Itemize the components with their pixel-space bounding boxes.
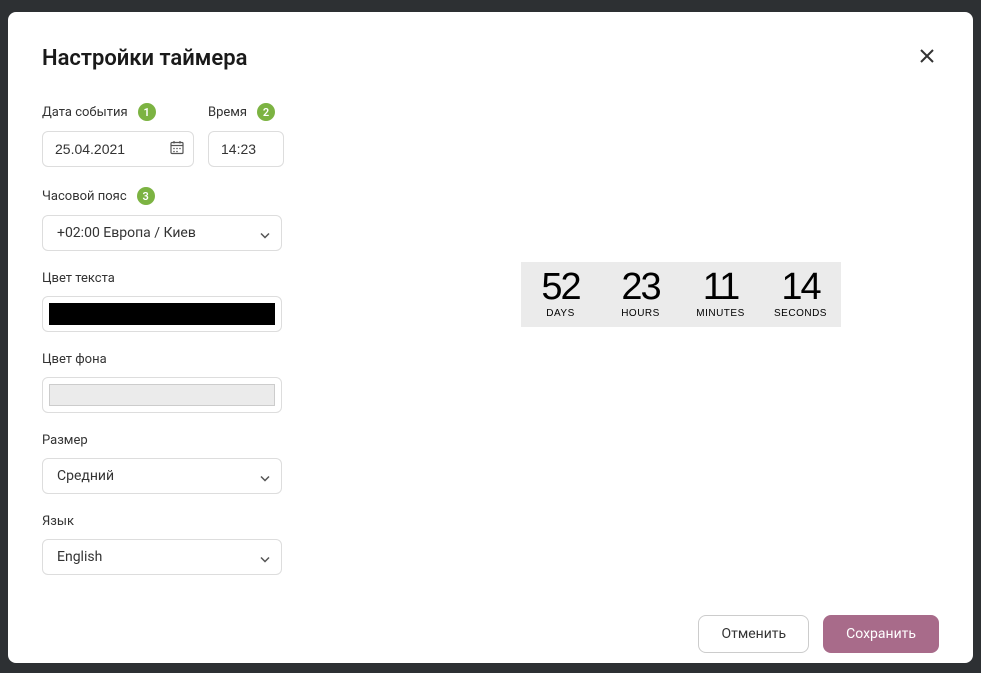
bg-color-picker[interactable] [42, 377, 282, 413]
save-button[interactable]: Сохранить [823, 615, 939, 653]
timezone-select[interactable]: +02:00 Европа / Киев [42, 215, 282, 251]
timezone-label-text: Часовой пояс [42, 189, 127, 204]
bg-color-label: Цвет фона [42, 352, 382, 367]
language-select-wrap: English [42, 539, 282, 575]
time-input[interactable] [208, 131, 284, 167]
modal-body: Дата события 1 Время 2 [42, 103, 939, 595]
size-group: Размер Средний [42, 433, 382, 494]
seconds-value: 14 [781, 268, 819, 306]
event-date-label: Дата события 1 [42, 103, 194, 121]
badge-2: 2 [257, 103, 275, 121]
text-color-label: Цвет текста [42, 271, 382, 286]
event-date-label-text: Дата события [42, 105, 128, 120]
timer-settings-modal: Настройки таймера Дата события 1 [8, 12, 973, 663]
time-group: Время 2 [208, 103, 284, 167]
hours-label: HOURS [621, 308, 660, 319]
badge-3: 3 [137, 187, 155, 205]
language-value: English [57, 549, 102, 565]
seconds-label: SECONDS [774, 308, 827, 319]
form-column: Дата события 1 Время 2 [42, 103, 382, 595]
modal-title: Настройки таймера [42, 46, 247, 71]
cancel-button[interactable]: Отменить [698, 615, 809, 653]
size-select[interactable]: Средний [42, 458, 282, 494]
preview-column: 52 DAYS 23 HOURS 11 MINUTES 14 SECONDS [422, 103, 939, 595]
timezone-group: Часовой пояс 3 +02:00 Европа / Киев [42, 187, 382, 251]
countdown-preview: 52 DAYS 23 HOURS 11 MINUTES 14 SECONDS [521, 262, 841, 327]
timezone-label: Часовой пояс 3 [42, 187, 382, 205]
text-color-picker[interactable] [42, 296, 282, 332]
time-label: Время 2 [208, 103, 284, 121]
language-group: Язык English [42, 514, 382, 575]
bg-color-swatch [49, 384, 275, 406]
language-label: Язык [42, 514, 382, 529]
text-color-group: Цвет текста [42, 271, 382, 332]
close-icon [920, 49, 934, 63]
countdown-seconds: 14 SECONDS [761, 262, 841, 327]
event-date-input[interactable] [42, 131, 194, 167]
days-label: DAYS [546, 308, 575, 319]
language-select[interactable]: English [42, 539, 282, 575]
event-date-group: Дата события 1 [42, 103, 194, 167]
time-label-text: Время [208, 105, 247, 120]
modal-header: Настройки таймера [42, 46, 939, 71]
countdown-hours: 23 HOURS [601, 262, 681, 327]
size-label: Размер [42, 433, 382, 448]
text-color-swatch [49, 303, 275, 325]
date-time-row: Дата события 1 Время 2 [42, 103, 382, 187]
size-value: Средний [57, 468, 114, 484]
hours-value: 23 [621, 268, 659, 306]
close-button[interactable] [915, 44, 939, 68]
minutes-value: 11 [703, 268, 738, 306]
modal-footer: Отменить Сохранить [42, 595, 939, 653]
badge-1: 1 [138, 103, 156, 121]
minutes-label: MINUTES [696, 308, 745, 319]
timezone-select-wrap: +02:00 Европа / Киев [42, 215, 282, 251]
timezone-value: +02:00 Европа / Киев [57, 225, 196, 241]
countdown-minutes: 11 MINUTES [681, 262, 761, 327]
bg-color-group: Цвет фона [42, 352, 382, 413]
size-select-wrap: Средний [42, 458, 282, 494]
countdown-days: 52 DAYS [521, 262, 601, 327]
days-value: 52 [541, 268, 579, 306]
date-input-wrap [42, 131, 194, 167]
